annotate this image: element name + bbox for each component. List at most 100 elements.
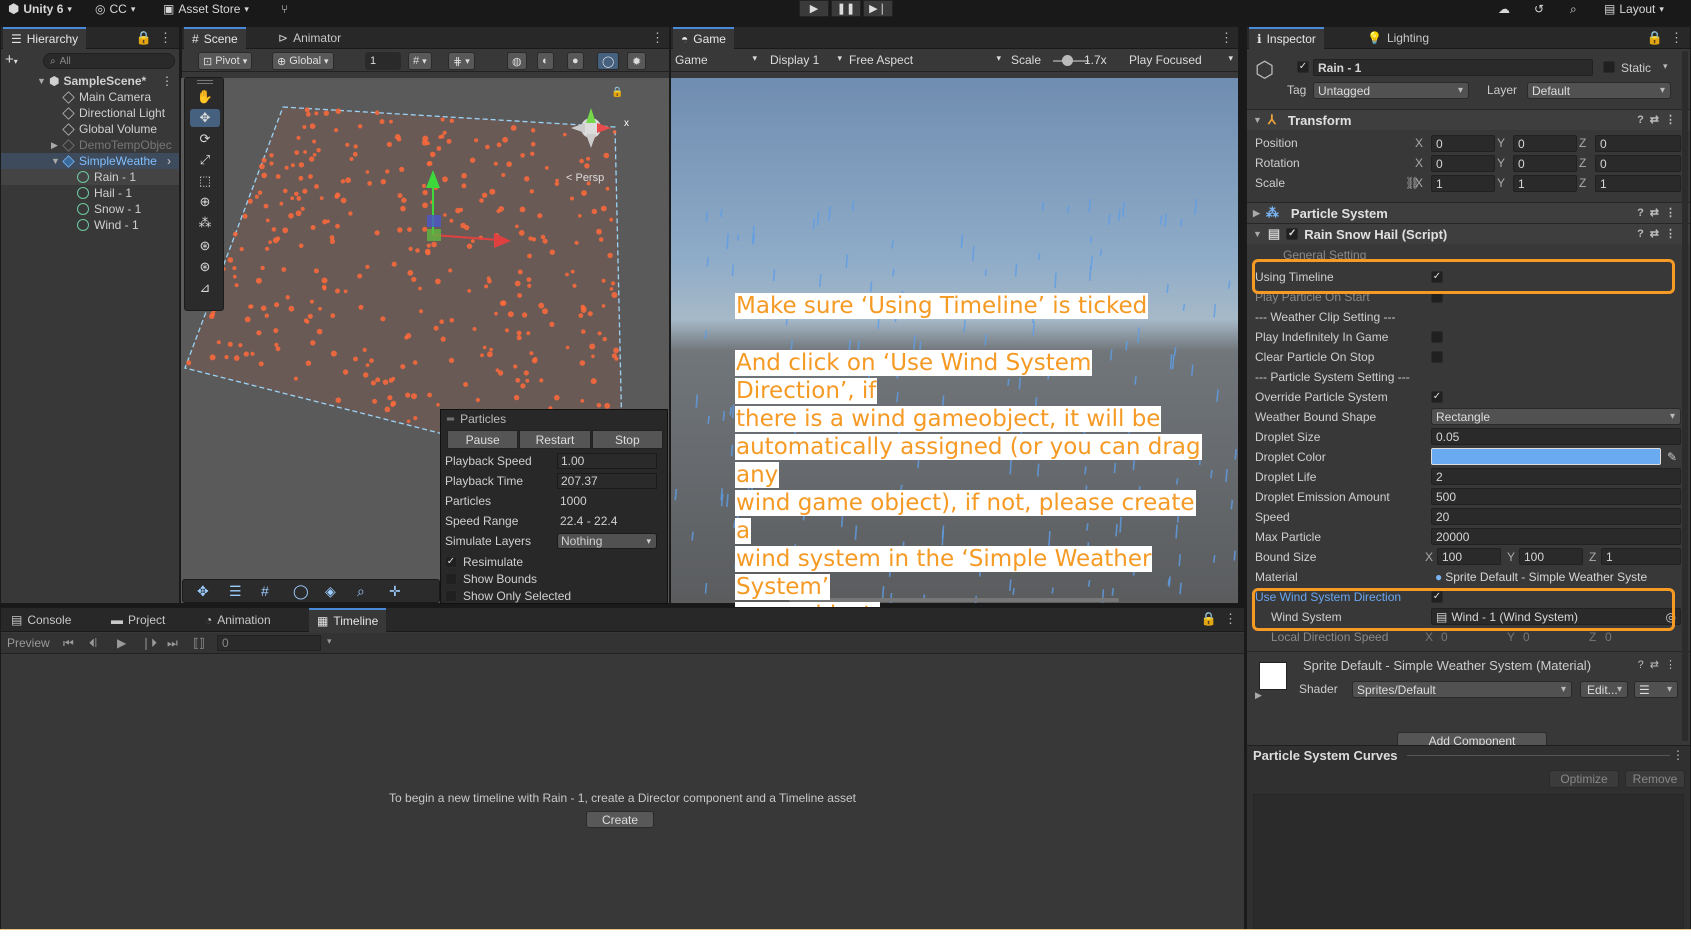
lock-icon[interactable]: 🔒 (1647, 30, 1663, 46)
particle-tool-button[interactable]: ⁂ (190, 214, 220, 232)
layer-dropdown[interactable]: Default (1527, 82, 1671, 99)
frame-field[interactable]: 0 (217, 635, 321, 651)
aspect-dropdown[interactable]: Free Aspect ▾ (849, 53, 1001, 67)
tag-dropdown[interactable]: Untagged (1313, 82, 1469, 99)
version-control-button[interactable]: ⑂ (281, 1, 288, 17)
prev-frame-icon[interactable]: ⏴❘ (89, 636, 97, 651)
layers-icon[interactable]: ◈ (325, 583, 336, 600)
tab-inspector[interactable]: ℹ Inspector (1249, 27, 1324, 49)
play-indefinitely-checkbox[interactable] (1431, 331, 1443, 343)
resimulate-row[interactable]: ✓ Resimulate (445, 553, 663, 571)
tab-timeline[interactable]: ▦ Timeline (309, 608, 387, 632)
expand-arrow-icon[interactable]: ▶ (1255, 690, 1262, 701)
drag-handle-icon[interactable]: ═ (447, 414, 454, 425)
material-field[interactable]: ● Sprite Default - Simple Weather Syste (1431, 568, 1681, 585)
tab-console[interactable]: ▤ Console (3, 608, 79, 632)
ring-icon[interactable]: ◯ (293, 583, 309, 600)
move-tool-button[interactable]: ✥ (190, 109, 220, 127)
playback-time-field[interactable]: 207.37 (557, 473, 657, 489)
pivot-dropdown[interactable]: ⊡ Pivot ▾ (198, 52, 253, 70)
lock-icon[interactable]: 🔒 (1201, 611, 1217, 627)
playback-speed-field[interactable]: 1.00 (557, 453, 657, 469)
loop-icon[interactable]: ⟦⟧ (193, 636, 205, 650)
rotation-y-field[interactable]: 0 (1513, 155, 1577, 172)
scale-z-field[interactable]: 1 (1595, 175, 1681, 192)
position-z-field[interactable]: 0 (1595, 135, 1681, 152)
draw-mode-button[interactable]: ◍ (507, 52, 527, 70)
bound-size-z[interactable]: 1 (1601, 548, 1681, 565)
clear-particle-checkbox[interactable] (1431, 351, 1443, 363)
layout-dropdown[interactable]: ▤ Layout ▾ (1604, 1, 1664, 17)
last-frame-icon[interactable]: ⏭ (167, 636, 178, 651)
more-icon[interactable]: ⋮ (1220, 30, 1233, 46)
hand-tool-button[interactable]: ✋ (190, 88, 220, 106)
list-item[interactable]: Directional Light (1, 105, 179, 121)
remove-button[interactable]: Remove (1625, 770, 1685, 788)
edit-shader-button[interactable]: Edit... (1580, 681, 1628, 698)
scale-slider-thumb[interactable] (1062, 55, 1073, 66)
rect-tool-button[interactable]: ⬚ (190, 172, 220, 190)
tab-animation[interactable]: ◔ Animation (197, 608, 279, 632)
account-button[interactable]: ◎ CC ▾ (95, 1, 135, 17)
show-bounds-row[interactable]: Show Bounds (445, 570, 663, 588)
expand-arrow-icon[interactable]: ▼ (51, 156, 61, 166)
list-item[interactable]: ▶ DemoTempObjec (1, 137, 179, 153)
move-icon[interactable]: ✥ (197, 583, 209, 600)
restart-button[interactable]: Restart (519, 430, 591, 449)
hierarchy-search[interactable]: ⌕ All (43, 53, 175, 69)
play-focused-dropdown[interactable]: Play Focused ▾ (1129, 53, 1233, 67)
shader-menu-button[interactable]: ☰ (1634, 681, 1678, 698)
show-bounds-checkbox[interactable] (445, 573, 457, 585)
eyedropper-icon[interactable]: ✎ (1667, 450, 1677, 464)
measure-tool-button[interactable]: ⊿ (190, 279, 220, 297)
droplet-size-field[interactable]: 0.05 (1431, 428, 1681, 445)
simulate-layers-dropdown[interactable]: Nothing ▾ (557, 533, 657, 549)
list-item[interactable]: Wind - 1 (1, 217, 179, 233)
view-mode-button[interactable]: ◐ (537, 52, 554, 70)
search-button[interactable]: ⌕ (1570, 1, 1577, 17)
chevron-down-icon[interactable]: ▾ (1663, 61, 1668, 72)
more-icon[interactable]: ⋮ (651, 30, 664, 46)
list-item[interactable]: Main Camera (1, 89, 179, 105)
weather-bound-shape-dropdown[interactable]: Rectangle (1431, 408, 1681, 425)
more-icon[interactable]: ⋮ (1670, 30, 1683, 46)
active-checkbox[interactable]: ✓ (1297, 61, 1309, 73)
tab-project[interactable]: ▬ Project (103, 608, 173, 632)
rotate-tool-button[interactable]: ⟳ (190, 130, 220, 148)
step-button[interactable]: ▶❘ (863, 0, 893, 17)
list-item[interactable]: Global Volume (1, 121, 179, 137)
snap-toggle[interactable]: ⋕ ▾ (448, 52, 475, 70)
lock-icon[interactable]: 🔒 (611, 87, 623, 98)
pivot-icon[interactable]: ✛ (389, 583, 401, 600)
more-icon[interactable]: ⋮ (161, 74, 173, 88)
play-button[interactable]: ▶ (799, 0, 829, 17)
position-y-field[interactable]: 0 (1513, 135, 1577, 152)
show-only-selected-checkbox[interactable] (445, 590, 457, 602)
component-actions-icon[interactable]: ?⇄⋮ (1637, 113, 1682, 126)
preview-toggle[interactable]: Preview (7, 636, 50, 650)
bound-size-x[interactable]: 100 (1437, 548, 1501, 565)
chevron-right-icon[interactable]: › (167, 154, 171, 168)
component-actions-icon[interactable]: ?⇄⋮ (1638, 658, 1682, 671)
bound-size-y[interactable]: 100 (1519, 548, 1583, 565)
grid-snap-input[interactable]: 1 (365, 52, 401, 70)
list-item[interactable]: ▼ SimpleWeathe › (1, 153, 179, 169)
grid-toggle[interactable]: # ▾ (408, 52, 432, 70)
static-checkbox[interactable] (1603, 61, 1615, 73)
lock-icon[interactable]: 🔒 (136, 30, 152, 46)
script-header[interactable]: ▼ ▤ ✓ Rain Snow Hail (Script) ?⇄⋮ (1247, 223, 1690, 244)
scale-x-field[interactable]: 1 (1431, 175, 1495, 192)
unity-menu[interactable]: ⬢ Unity 6 ▾ (8, 1, 72, 17)
perspective-label[interactable]: < Persp (566, 172, 604, 184)
tab-game[interactable]: ◓ Game (673, 27, 734, 49)
tab-animator[interactable]: ⊳ Animator (270, 27, 349, 49)
tab-scene[interactable]: # Scene (184, 27, 246, 49)
component-actions-icon[interactable]: ?⇄⋮ (1637, 206, 1682, 219)
scale-tool-button[interactable]: ⤢ (190, 151, 220, 169)
droplet-emission-field[interactable]: 500 (1431, 488, 1681, 505)
component-actions-icon[interactable]: ?⇄⋮ (1637, 227, 1682, 240)
more-icon[interactable]: ⋮ (1672, 748, 1684, 762)
fx-toggle[interactable]: ◯ (597, 52, 620, 70)
play-icon[interactable]: ▶ (117, 636, 126, 650)
droplet-life-field[interactable]: 2 (1431, 468, 1681, 485)
